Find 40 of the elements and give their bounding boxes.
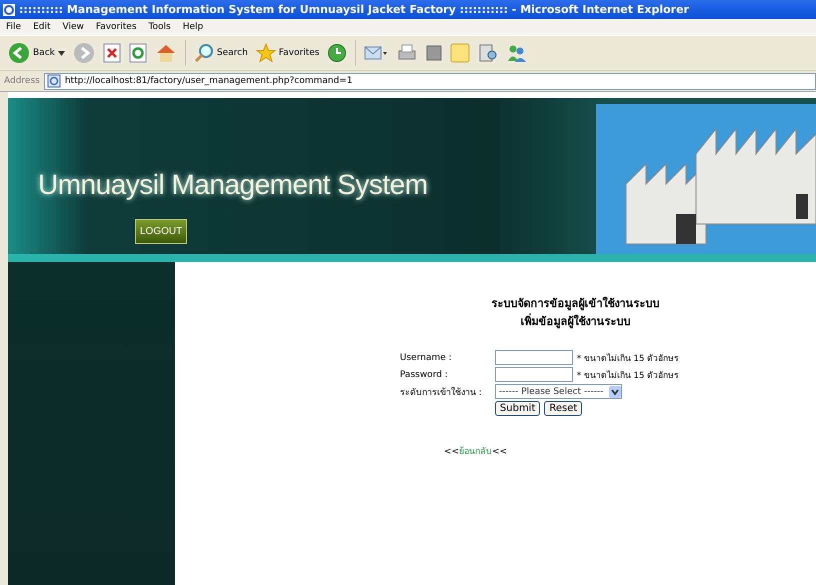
browser-icon [3, 4, 15, 16]
field-label: ระดับการเข้าใช้งาน : [400, 386, 483, 398]
search-icon [194, 43, 214, 63]
logout-button[interactable]: LOGOUT [135, 219, 188, 244]
menu-item[interactable]: View [62, 22, 84, 32]
back-link[interactable]: ย้อนกลับ [459, 444, 492, 458]
page-icon [46, 74, 61, 88]
menu-item[interactable]: Help [182, 22, 204, 32]
history-icon[interactable] [327, 43, 348, 63]
window-title: :::::::::: Management Information System for Umnuaysil Jacket Factory ::::::::::: - Microsoft Internet Explorer [19, 3, 689, 16]
menu-item[interactable]: Favorites [96, 22, 137, 32]
favorites-button[interactable]: Favorites [256, 43, 320, 63]
field-label: Password : [400, 370, 449, 380]
home-icon[interactable] [154, 43, 177, 63]
field-label: Username : [400, 352, 453, 362]
star-icon [256, 43, 276, 63]
link-arrows: << [492, 447, 508, 457]
username-field[interactable] [494, 350, 573, 365]
search-button[interactable]: Search [194, 43, 248, 63]
menu-item[interactable]: Tools [148, 22, 171, 32]
field-hint: * ขนาดไม่เกิน 15 ตัวอักษร [576, 352, 680, 364]
address-label: Address [4, 76, 40, 86]
form-heading: เพิ่มข้อมูลผู้ใช้งานระบบ [520, 312, 630, 330]
form-heading: ระบบจัดการข้อมูลผู้เข้าใช้งานระบบ [492, 296, 660, 312]
address-field[interactable]: http://localhost:81/factory/user_management.php?command=1 [44, 72, 816, 90]
field-hint: * ขนาดไม่เกิน 15 ตัวอักษร [576, 369, 680, 382]
back-button[interactable]: Back [8, 42, 65, 64]
messenger-icon[interactable] [506, 43, 528, 63]
password-field[interactable] [494, 367, 573, 382]
form-button[interactable]: Reset [544, 401, 582, 416]
dropdown-arrow-icon [608, 386, 621, 398]
link-arrows: << [444, 447, 459, 457]
form-button[interactable]: Submit [494, 401, 540, 416]
caret-icon [58, 50, 65, 56]
menu-item[interactable]: File [6, 22, 22, 32]
access-level-dropdown[interactable]: ------ Please Select ------ [494, 384, 622, 399]
note-icon[interactable] [450, 43, 470, 63]
menu-item[interactable]: Edit [33, 22, 50, 32]
stop-icon[interactable] [102, 43, 121, 63]
site-title: Umnuaysil Management System [38, 169, 428, 201]
